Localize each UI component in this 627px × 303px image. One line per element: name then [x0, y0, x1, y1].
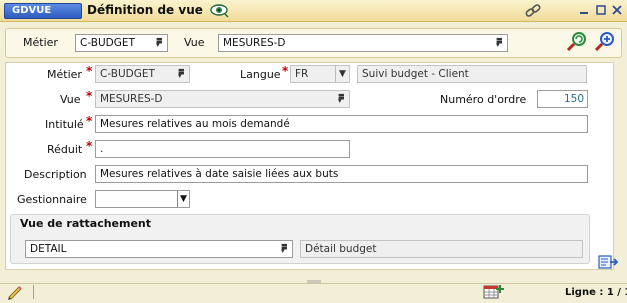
- langue-value: FR: [295, 68, 309, 80]
- link-icon[interactable]: [524, 3, 542, 19]
- toolbar-vue-input[interactable]: MESURES-D ▬ ▬ ▾: [218, 34, 508, 52]
- pencil-icon[interactable]: [6, 284, 24, 300]
- minimize-icon[interactable]: [578, 4, 590, 16]
- required-marker: *: [86, 139, 93, 153]
- rattachement-libelle: Détail budget: [300, 240, 583, 258]
- navigate-arrow-icon[interactable]: [598, 253, 620, 271]
- langue-description: Suivi budget - Client: [357, 65, 587, 83]
- rattachement-code-field[interactable]: DETAIL ▬ ▬ ▾: [25, 240, 293, 258]
- grid-add-icon[interactable]: [483, 283, 505, 300]
- combo-list-icon[interactable]: ▬ ▬ ▾: [156, 36, 164, 49]
- numero-ordre-label: Numéro d'ordre: [440, 93, 527, 106]
- langue-label: Langue: [240, 68, 281, 81]
- required-marker: *: [86, 64, 93, 78]
- toolbar-metier-input[interactable]: C-BUDGET ▬ ▬ ▾: [75, 34, 168, 52]
- combo-list-icon[interactable]: ▬ ▬ ▾: [496, 36, 504, 49]
- intitule-input[interactable]: Mesures relatives au mois demandé: [95, 115, 588, 133]
- vue-value: MESURES-D: [100, 93, 163, 105]
- splitter-handle[interactable]: [306, 276, 322, 286]
- chevron-down-icon[interactable]: ▼: [177, 191, 189, 207]
- gestionnaire-select[interactable]: ▼: [95, 190, 190, 208]
- vue-label: Vue: [60, 93, 81, 106]
- metier-field[interactable]: C-BUDGET ▬ ▬ ▾: [95, 65, 190, 83]
- app-badge[interactable]: GDVUE: [4, 3, 82, 19]
- eye-icon[interactable]: [210, 3, 230, 18]
- vue-field[interactable]: MESURES-D ▬ ▬ ▾: [95, 90, 350, 108]
- toolbar-vue-label: Vue: [184, 36, 205, 49]
- chevron-down-icon[interactable]: ▼: [335, 66, 349, 82]
- rattachement-code-value: DETAIL: [30, 243, 67, 255]
- gestionnaire-label: Gestionnaire: [17, 193, 87, 206]
- combo-list-icon[interactable]: ▬ ▬ ▾: [338, 92, 346, 105]
- numero-ordre-input[interactable]: 150: [537, 90, 588, 108]
- toolbar-vue-value: MESURES-D: [223, 37, 286, 49]
- langue-select[interactable]: FR ▼: [290, 65, 350, 83]
- intitule-label: Intitulé: [45, 118, 84, 131]
- status-bar: [0, 283, 627, 302]
- status-ligne: Ligne : 1 / 1: [565, 287, 627, 298]
- window-title: Définition de vue: [87, 3, 203, 17]
- search-add-icon[interactable]: [594, 31, 614, 52]
- title-bar: GDVUE Définition de vue: [0, 0, 627, 22]
- status-divider: [33, 285, 34, 299]
- combo-list-icon[interactable]: ▬ ▬ ▾: [281, 242, 289, 255]
- description-input[interactable]: Mesures relatives à date saisie liées au…: [95, 165, 588, 183]
- maximize-icon[interactable]: [595, 4, 607, 16]
- required-marker: *: [282, 64, 289, 78]
- combo-list-icon[interactable]: ▬ ▬ ▾: [178, 67, 186, 80]
- metier-label: Métier: [47, 68, 82, 81]
- rattachement-title: Vue de rattachement: [20, 217, 152, 230]
- required-marker: *: [86, 114, 93, 128]
- search-refresh-icon[interactable]: [566, 31, 586, 52]
- required-marker: *: [86, 89, 93, 103]
- metier-value: C-BUDGET: [100, 68, 155, 80]
- reduit-label: Réduit: [47, 143, 83, 156]
- close-icon[interactable]: [611, 4, 623, 16]
- reduit-input[interactable]: .: [95, 140, 350, 158]
- toolbar-metier-label: Métier: [23, 36, 58, 49]
- toolbar-metier-value: C-BUDGET: [80, 37, 135, 49]
- description-label: Description: [24, 168, 87, 181]
